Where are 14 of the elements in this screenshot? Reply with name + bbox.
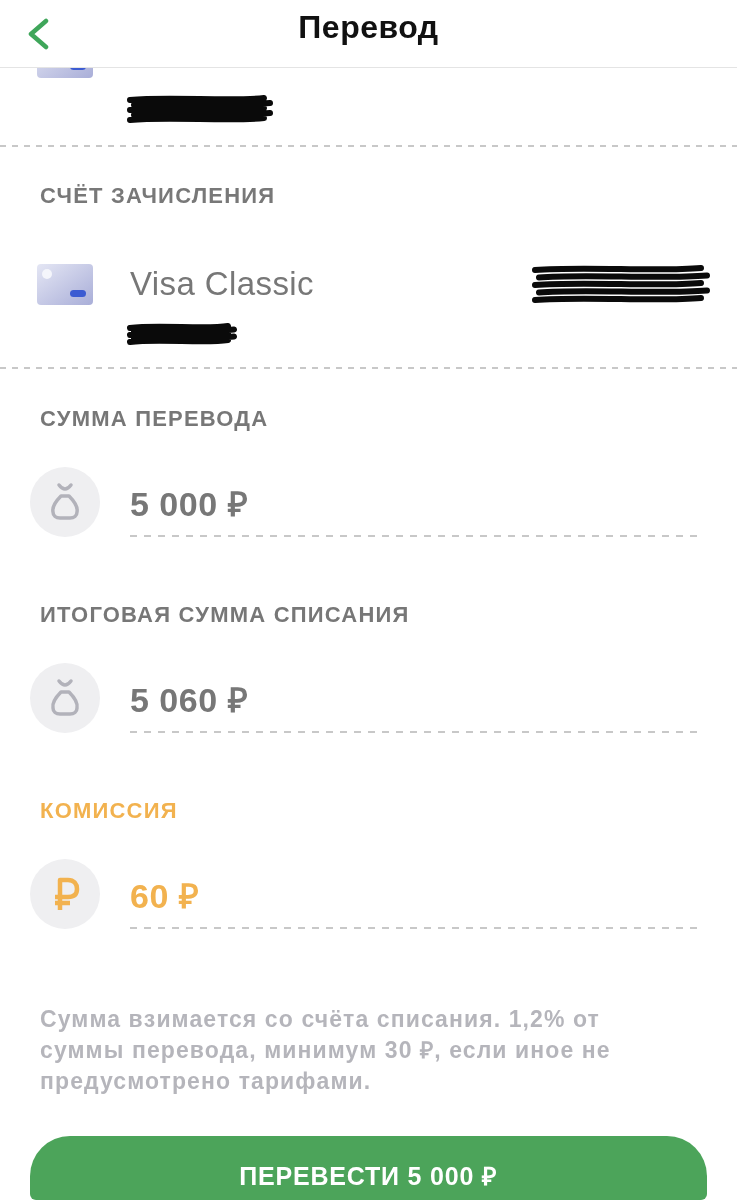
screen-title: Перевод (298, 9, 439, 46)
chevron-left-icon (26, 17, 50, 50)
money-bag-icon (30, 467, 100, 537)
transfer-button[interactable]: ПЕРЕВЕСТИ 5 000 ₽ (30, 1136, 707, 1200)
money-bag-icon (30, 663, 100, 733)
section-label: СЧЁТ ЗАЧИСЛЕНИЯ (40, 184, 276, 208)
account-name: Visa Classic (130, 265, 314, 303)
section-label: ИТОГОВАЯ СУММА СПИСАНИЯ (40, 603, 410, 627)
section-label: СУММА ПЕРЕВОДА (40, 407, 269, 431)
ruble-icon (30, 859, 100, 929)
fee-note: Сумма взимается со счёта списания. 1,2% от суммы перевода, минимум 30 ₽, если иное не предусмотрено тарифами. (40, 1005, 612, 1096)
card-icon (37, 68, 93, 78)
section-label: КОМИССИЯ (40, 799, 178, 823)
card-icon (37, 263, 93, 305)
